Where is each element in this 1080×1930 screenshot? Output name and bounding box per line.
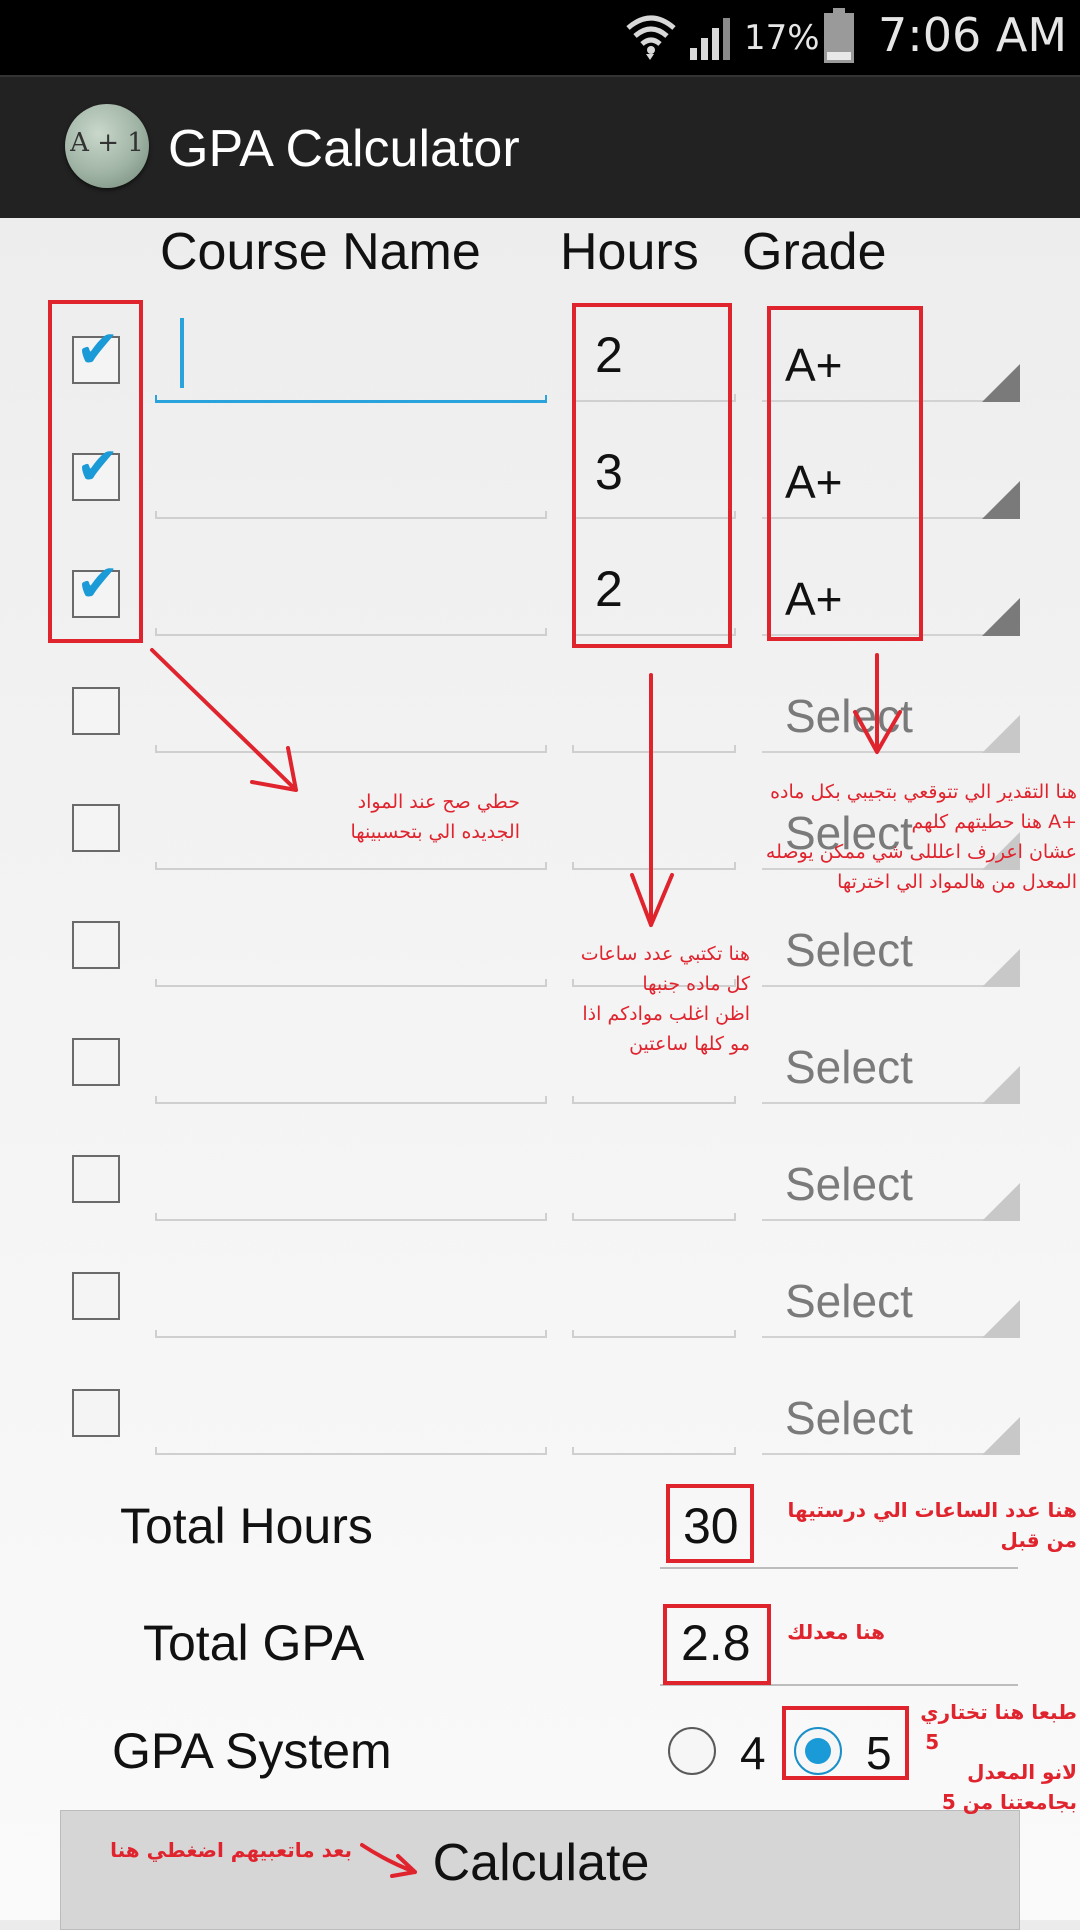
annotation-checkbox-note: حطي صح عند المواد الجديده الي بتحسبينها — [350, 791, 521, 843]
annotation-grade-note: هنا التقدير الي تتوقعي بتجيبي بكل ماده +A… — [765, 781, 1077, 893]
arrow-calculate-note — [360, 1843, 417, 1878]
annotation-calculate-note: بعد ماتعبيهم اضغطي هنا — [110, 1838, 352, 1862]
annotation-total-hours-note: هنا عدد الساعات الي درستيها من قبل — [787, 1498, 1077, 1552]
arrow-checkbox-note — [150, 648, 298, 792]
annotation-system-note: طبعا هنا تختاري 5 لانو المعدل بجامعتنا من … — [920, 1700, 1077, 1814]
annotation-arrows — [150, 648, 902, 1878]
annotation-gpa-note: هنا معدلك — [787, 1620, 885, 1644]
arrow-grade-note — [853, 653, 902, 754]
arrow-hours-note — [630, 673, 674, 927]
annotation-hours-note: هنا تكتبي عدد ساعات كل ماده جنبها اظن اغل… — [580, 943, 750, 1055]
